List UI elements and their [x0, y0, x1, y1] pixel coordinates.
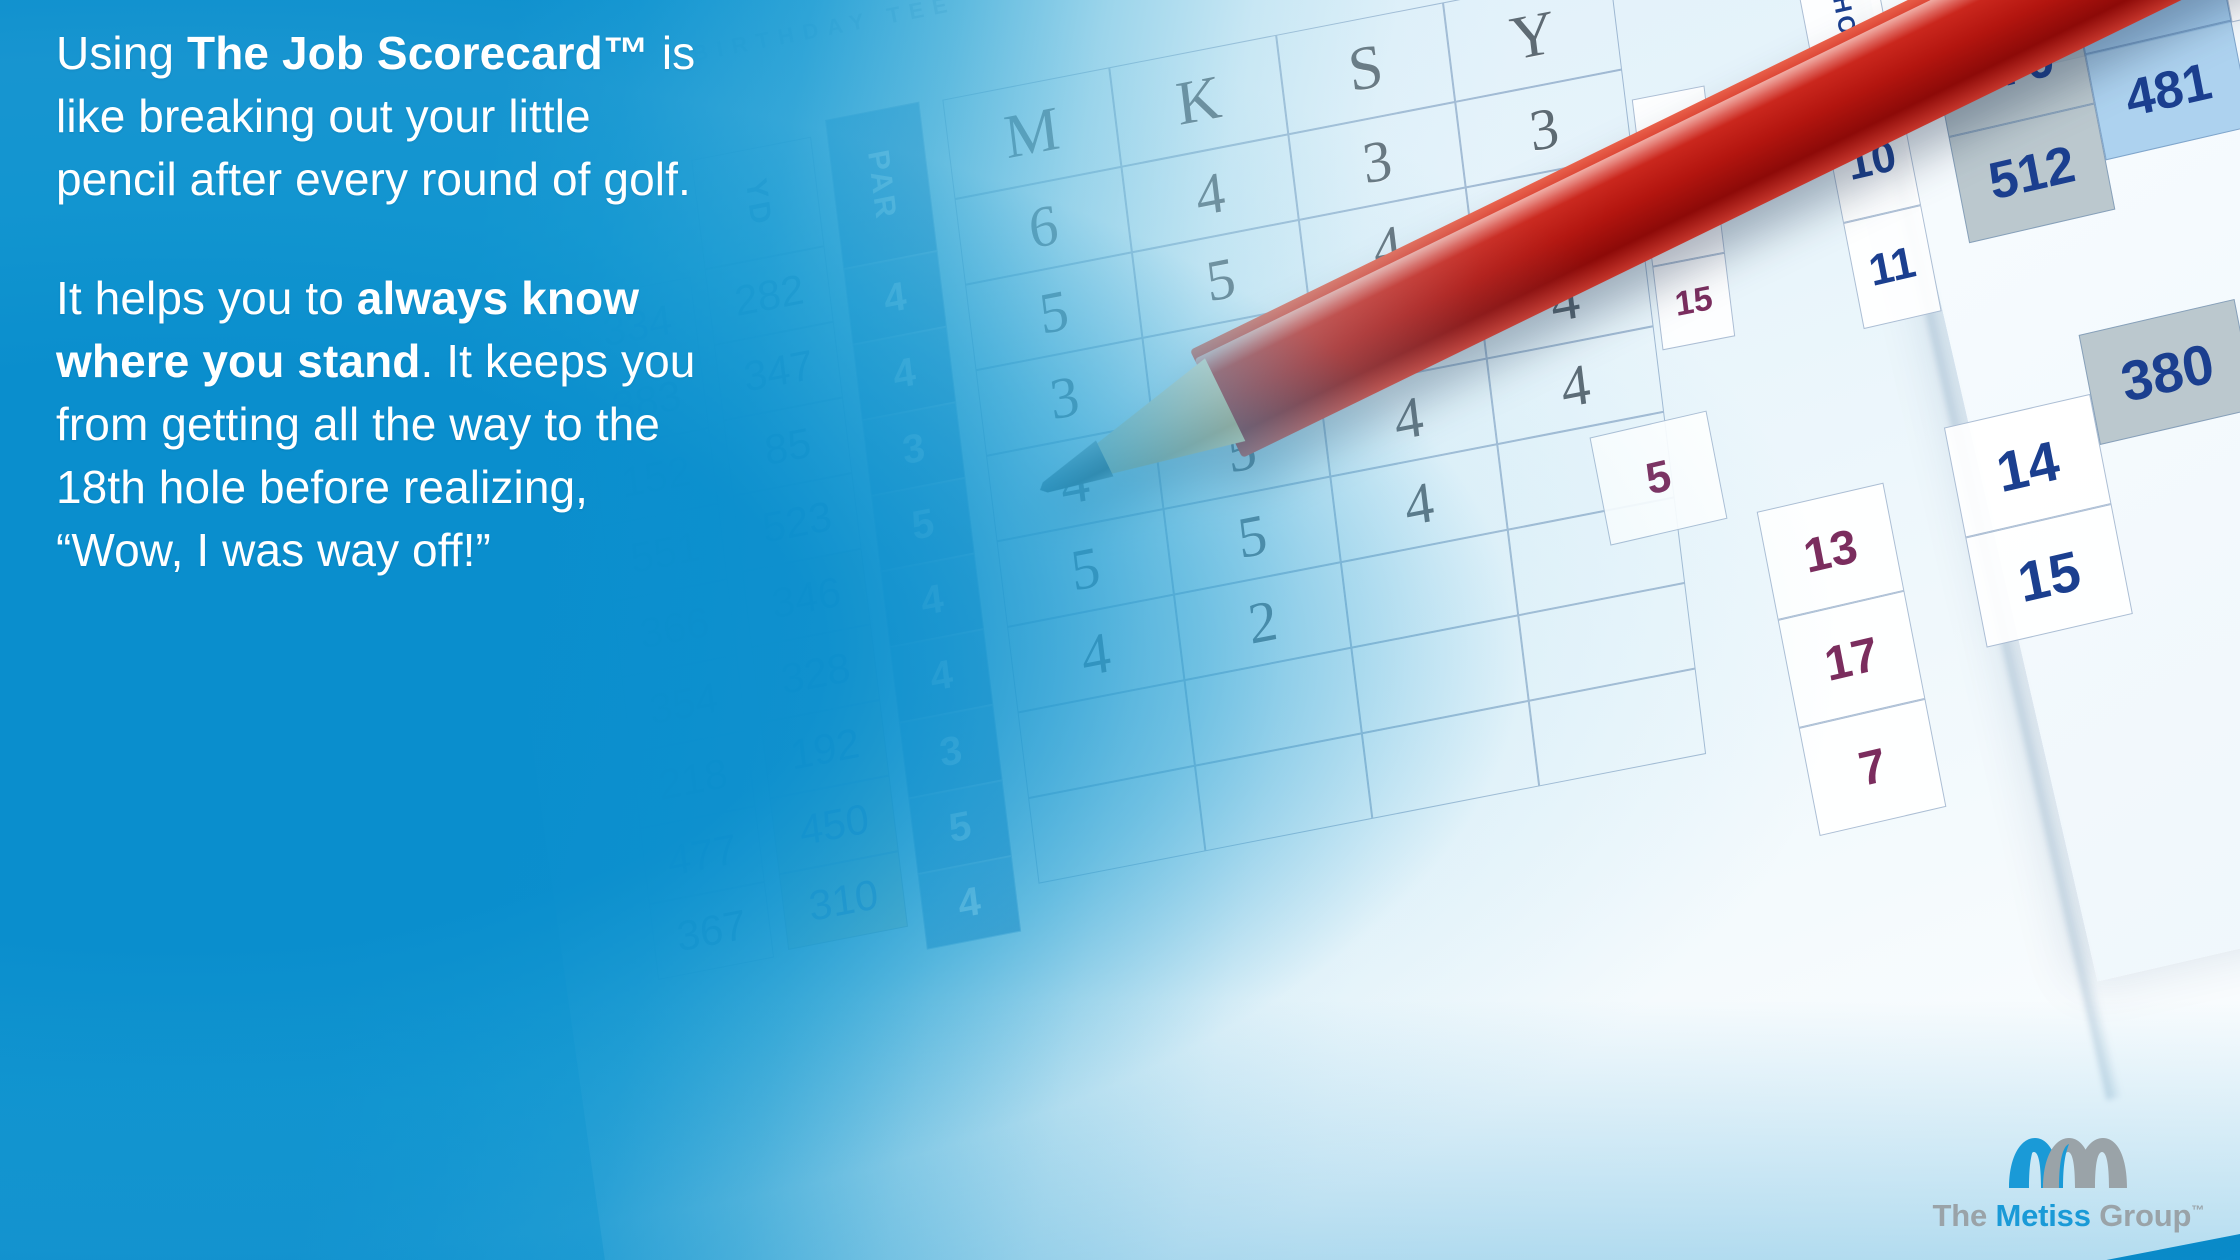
p2-lead: It helps you to: [56, 272, 357, 324]
promotional-graphic: 334 383 152 551 366 354 218 477 367 YD 2…: [0, 0, 2240, 1260]
logo-metiss: Metiss: [1995, 1198, 2091, 1233]
metiss-group-logo[interactable]: The Metiss Group™: [1933, 1134, 2204, 1234]
logo-trademark: ™: [2191, 1202, 2204, 1218]
quote-text-block: Using The Job Scorecard™ is like breakin…: [56, 22, 696, 638]
quote-paragraph-1: Using The Job Scorecard™ is like breakin…: [56, 22, 696, 211]
quote-paragraph-2: It helps you to always know where you st…: [56, 267, 696, 582]
logo-wordmark: The Metiss Group™: [1932, 1198, 2205, 1234]
p1-lead: Using: [56, 27, 187, 79]
p1-bold: The Job Scorecard™: [187, 27, 649, 79]
logo-the: The: [1932, 1198, 1996, 1233]
bottom-fade-overlay: [0, 1000, 2240, 1260]
logo-group: Group: [2090, 1198, 2192, 1233]
metiss-m-wave-mark: [2009, 1138, 2128, 1188]
